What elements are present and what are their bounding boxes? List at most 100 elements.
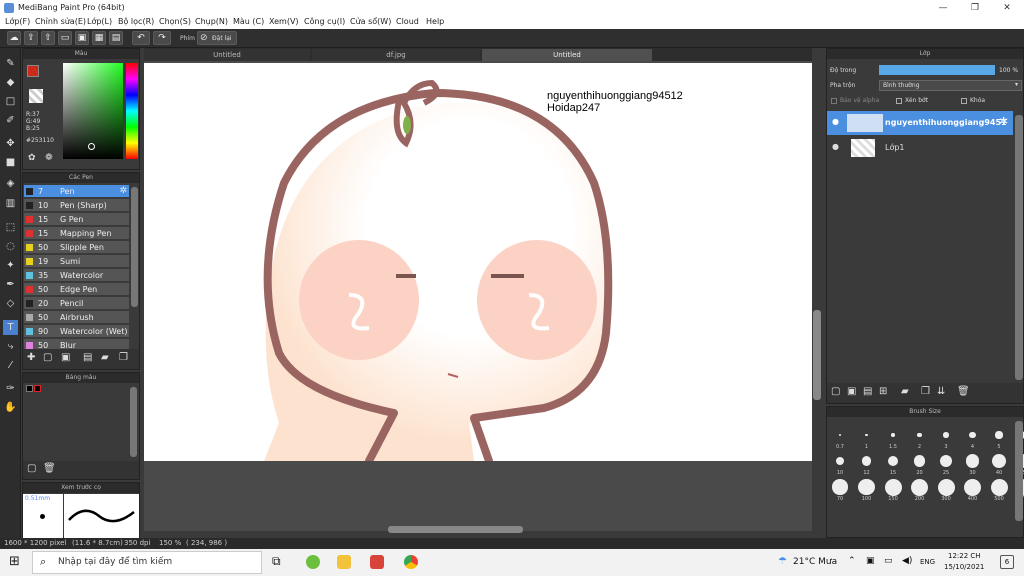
menu-select[interactable]: Chọn(S)	[159, 17, 191, 26]
tray-app-icon[interactable]: ▣	[866, 556, 875, 566]
brush-item[interactable]: 35 Watercolor	[24, 269, 129, 282]
palette-swatch-black[interactable]	[26, 385, 33, 392]
vertical-scrollbar[interactable]	[813, 310, 821, 400]
protect-alpha-checkbox[interactable]	[831, 98, 837, 104]
new-doc-icon[interactable]: ▢	[43, 352, 52, 363]
brush-size-option[interactable]	[911, 478, 928, 496]
select-pen-icon[interactable]: ✒	[3, 277, 18, 292]
magic-wand-icon[interactable]: ✦	[3, 258, 18, 273]
operation-tool-icon[interactable]: ⤷	[3, 339, 18, 354]
new-palette-icon[interactable]: ▢	[27, 463, 36, 474]
horizontal-scrollbar[interactable]	[388, 526, 523, 533]
brush-size-option[interactable]	[992, 454, 1006, 468]
brush-size-option[interactable]	[891, 433, 895, 437]
menu-help[interactable]: Help	[426, 17, 444, 26]
visibility-icon[interactable]: ●	[832, 142, 839, 151]
close-button[interactable]: ✕	[992, 0, 1022, 16]
weather-text[interactable]: 21°C Mưa	[793, 557, 837, 567]
color-wheel-icon[interactable]: ❁	[45, 153, 53, 163]
brush-size-option[interactable]	[965, 454, 980, 468]
doc-icon[interactable]: ▤	[109, 31, 123, 45]
brush-size-scrollbar[interactable]	[1015, 421, 1023, 521]
menu-tools[interactable]: Công cụ(I)	[304, 17, 345, 26]
brush-menu-icon[interactable]: ▣	[61, 352, 70, 363]
menu-color[interactable]: Màu (C)	[233, 17, 264, 26]
brush-size-option[interactable]	[832, 479, 848, 495]
dropper-tool-icon[interactable]: ⁄	[3, 358, 18, 373]
volume-icon[interactable]: ◀)	[902, 556, 912, 566]
layer-row-text[interactable]: ● nguyenthihuonggiang9451 ✲	[827, 111, 1013, 135]
gradient-tool-icon[interactable]: ▥	[3, 196, 18, 211]
hue-slider[interactable]	[126, 63, 138, 159]
menu-filter[interactable]: Bộ lọc(R)	[118, 17, 154, 26]
brush-item[interactable]: 10 Pen (Sharp)	[24, 199, 129, 212]
file-explorer-icon[interactable]	[337, 555, 351, 569]
fill-shape-icon[interactable]: ■	[3, 155, 18, 170]
undo-icon[interactable]: ↶	[132, 31, 150, 45]
brush-item[interactable]: 50 Slipple Pen	[24, 241, 129, 254]
menu-file[interactable]: Lớp(F)	[5, 17, 30, 26]
new-8bit-layer-icon[interactable]: ▤	[863, 386, 872, 397]
notification-center-icon[interactable]: 6	[1000, 555, 1014, 569]
brush-size-option[interactable]	[861, 456, 872, 466]
brush-size-option[interactable]	[865, 433, 868, 437]
add-layer-menu-icon[interactable]: ⊞	[879, 386, 887, 397]
layer-row-1[interactable]: ● Lớp1	[827, 136, 1013, 160]
brush-size-option[interactable]	[937, 478, 955, 496]
drawing-canvas[interactable]: nguyenthihuonggiang94512 Hoidap247	[144, 63, 812, 461]
maximize-button[interactable]: ❐	[960, 0, 990, 16]
gear-icon[interactable]: ✲	[119, 186, 127, 196]
brush-item[interactable]: 50 Edge Pen	[24, 283, 129, 296]
move-tool-icon[interactable]: ✥	[3, 136, 18, 151]
network-icon[interactable]: ▭	[884, 556, 893, 566]
brush-size-option[interactable]	[839, 434, 841, 436]
blend-mode-select[interactable]: Bình thường ▾	[879, 80, 1022, 91]
brush-size-option[interactable]	[964, 478, 981, 496]
settings-icon[interactable]: ▤	[83, 352, 92, 363]
foreground-color-swatch[interactable]	[27, 65, 39, 77]
clock-date[interactable]: 15/10/2021	[944, 563, 984, 571]
brush-size-option[interactable]	[939, 454, 953, 468]
menu-window[interactable]: Cửa sổ(W)	[350, 17, 391, 26]
clip-checkbox[interactable]	[896, 98, 902, 104]
upload-icon[interactable]: ⇧	[41, 31, 55, 45]
hand-tool-icon[interactable]: ✋	[3, 400, 18, 415]
copy-icon[interactable]: ❐	[119, 352, 128, 363]
opacity-slider[interactable]	[879, 65, 995, 75]
lasso-tool-icon[interactable]: ◌	[3, 239, 18, 254]
brush-size-option[interactable]	[917, 432, 922, 438]
windows-start-icon[interactable]: ⊞	[9, 554, 20, 569]
tab-untitled-2[interactable]: Untitled	[482, 49, 652, 61]
select-eraser-icon[interactable]: ◇	[3, 296, 18, 311]
layer-scrollbar[interactable]	[1015, 115, 1023, 380]
browser-coccoc-icon[interactable]	[306, 555, 320, 569]
brush-size-option[interactable]	[913, 455, 926, 467]
wps-office-icon[interactable]	[370, 555, 384, 569]
share-icon[interactable]: ⇪	[24, 31, 38, 45]
bucket-tool-icon[interactable]: ◈	[3, 176, 18, 191]
rect-tool-icon[interactable]: □	[3, 94, 18, 109]
saturation-picker[interactable]	[63, 63, 123, 159]
picker-cursor[interactable]	[88, 143, 95, 150]
palette-scrollbar[interactable]	[130, 387, 137, 457]
brush-size-option[interactable]	[990, 478, 1008, 496]
text-tool-icon[interactable]: T	[3, 320, 18, 335]
menu-view[interactable]: Xem(V)	[269, 17, 299, 26]
palette-icon[interactable]: ✿	[28, 153, 36, 163]
brush-size-option[interactable]	[969, 431, 976, 439]
brush-item[interactable]: 15 G Pen	[24, 213, 129, 226]
merge-icon[interactable]: ⇊	[937, 386, 945, 397]
language-indicator[interactable]: ENG	[920, 558, 935, 566]
tab-untitled-1[interactable]: Untitled	[144, 49, 310, 61]
brush-size-option[interactable]	[835, 456, 845, 466]
delete-palette-icon[interactable]: 🗑	[43, 463, 56, 474]
menu-edit[interactable]: Chỉnh sửa(E)	[35, 17, 86, 26]
brush-item[interactable]: 19 Sumi	[24, 255, 129, 268]
new-layer-icon[interactable]: ▢	[831, 386, 840, 397]
gear-icon[interactable]: ✲	[999, 115, 1008, 128]
tab-df-jpg[interactable]: df.jpg	[312, 49, 480, 61]
brush-item[interactable]: 50 Airbrush	[24, 311, 129, 324]
brush-item[interactable]: 20 Pencil	[24, 297, 129, 310]
reset-snap-button[interactable]: ⊘ Đặt lại	[197, 31, 237, 45]
select-tool-icon[interactable]: ⬚	[3, 220, 18, 235]
